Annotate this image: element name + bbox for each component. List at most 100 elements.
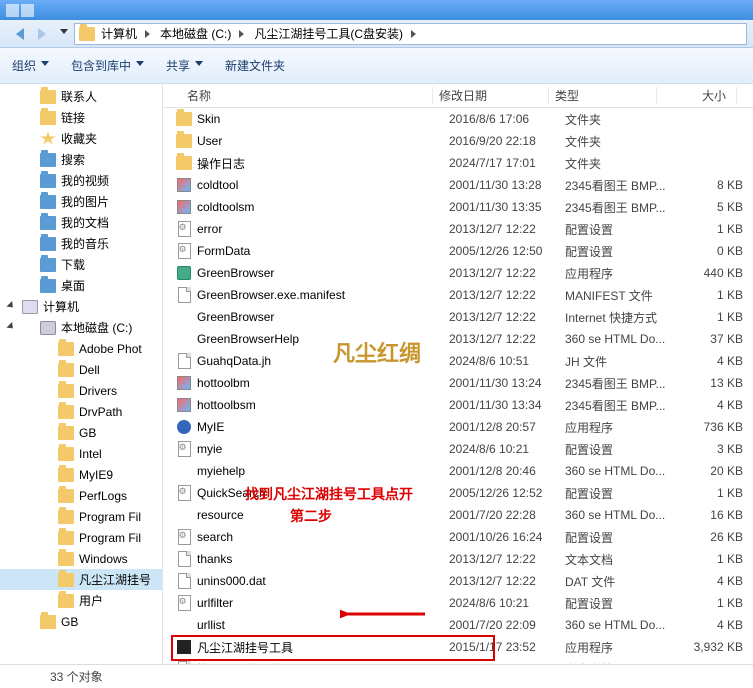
tree-twisty-icon[interactable] <box>6 300 18 312</box>
sidebar-item-label: Windows <box>79 552 128 566</box>
sidebar-item-label: MyIE9 <box>79 468 113 482</box>
file-row[interactable]: unins000.dat2013/12/7 12:22DAT 文件4 KB <box>163 570 753 592</box>
folder-icon <box>40 90 56 104</box>
share-menu[interactable]: 共享 <box>166 57 203 74</box>
navigation-tree[interactable]: 联系人链接收藏夹搜索我的视频我的图片我的文档我的音乐下载桌面计算机本地磁盘 (C… <box>0 84 163 664</box>
sidebar-item[interactable]: 桌面 <box>0 275 162 296</box>
sidebar-item[interactable]: Adobe Phot <box>0 338 162 359</box>
sidebar-item[interactable]: 我的文档 <box>0 212 162 233</box>
breadcrumb-item[interactable]: 凡尘江湖挂号工具(C盘安装) <box>252 25 405 42</box>
column-headers[interactable]: 名称 修改日期 类型 大小 <box>163 84 753 108</box>
breadcrumb-item[interactable]: 本地磁盘 (C:) <box>158 25 233 42</box>
toolbar: 组织 包含到库中 共享 新建文件夹 <box>0 48 753 84</box>
file-row[interactable]: myiehelp2001/12/8 20:46360 se HTML Do...… <box>163 460 753 482</box>
sidebar-item[interactable]: 下载 <box>0 254 162 275</box>
file-row[interactable]: MyIE2001/12/8 20:57应用程序736 KB <box>163 416 753 438</box>
file-row[interactable]: thanks2013/12/7 12:22文本文档1 KB <box>163 548 753 570</box>
file-row[interactable]: QuickSearch2005/12/26 12:52配置设置1 KB <box>163 482 753 504</box>
column-header-type[interactable]: 类型 <box>549 87 657 104</box>
sidebar-item[interactable]: DrvPath <box>0 401 162 422</box>
file-row[interactable]: coldtool2001/11/30 13:282345看图王 BMP...8 … <box>163 174 753 196</box>
file-row[interactable]: User2016/9/20 22:18文件夹 <box>163 130 753 152</box>
sidebar-item[interactable]: Dell <box>0 359 162 380</box>
sidebar-item[interactable]: GB <box>0 611 162 632</box>
nav-history-dropdown[interactable] <box>58 23 70 45</box>
file-type: Internet 快捷方式 <box>565 309 673 326</box>
tree-twisty-icon[interactable] <box>6 321 18 333</box>
sidebar-item[interactable]: Windows <box>0 548 162 569</box>
file-date: 2024/8/6 10:22 <box>449 662 565 664</box>
breadcrumb-item[interactable]: 计算机 <box>99 25 139 42</box>
file-date: 2001/11/30 13:24 <box>449 376 565 390</box>
file-row[interactable]: search2001/10/26 16:24配置设置26 KB <box>163 526 753 548</box>
file-row[interactable]: GreenBrowser2013/12/7 12:22应用程序440 KB <box>163 262 753 284</box>
file-row[interactable]: hottoolbm2001/11/30 13:242345看图王 BMP...1… <box>163 372 753 394</box>
file-type-icon <box>175 485 193 501</box>
column-header-date[interactable]: 修改日期 <box>433 87 549 104</box>
sidebar-item[interactable]: 我的图片 <box>0 191 162 212</box>
column-header-size[interactable]: 大小 <box>657 87 737 104</box>
sidebar-item[interactable]: 链接 <box>0 107 162 128</box>
sidebar-item[interactable]: 用户 <box>0 590 162 611</box>
sidebar-item[interactable]: Program Fil <box>0 527 162 548</box>
sidebar-item-label: DrvPath <box>79 405 122 419</box>
chevron-right-icon[interactable] <box>411 30 420 38</box>
file-row[interactable]: Skin2016/8/6 17:06文件夹 <box>163 108 753 130</box>
file-row[interactable]: urlfilter2024/8/6 10:21配置设置1 KB <box>163 592 753 614</box>
sidebar-item[interactable]: 收藏夹 <box>0 128 162 149</box>
sidebar-item-label: 我的视频 <box>61 172 109 189</box>
sidebar-item[interactable]: 凡尘江湖挂号 <box>0 569 162 590</box>
file-row[interactable]: coldtoolsm2001/11/30 13:352345看图王 BMP...… <box>163 196 753 218</box>
sidebar-item[interactable]: 我的音乐 <box>0 233 162 254</box>
sidebar-item[interactable]: PerfLogs <box>0 485 162 506</box>
file-size: 1 KB <box>673 288 753 302</box>
sidebar-item[interactable]: Intel <box>0 443 162 464</box>
file-row[interactable]: urllist2001/7/20 22:09360 se HTML Do...4… <box>163 614 753 636</box>
file-row[interactable]: myie2024/8/6 10:21配置设置3 KB <box>163 438 753 460</box>
file-type-icon <box>175 265 193 281</box>
file-row[interactable]: GreenBrowserHelp2013/12/7 12:22360 se HT… <box>163 328 753 350</box>
sidebar-item[interactable]: 联系人 <box>0 86 162 107</box>
file-row[interactable]: 凡尘江湖挂号工具2015/1/17 23:52应用程序3,932 KB <box>163 636 753 658</box>
file-date: 2013/12/7 12:22 <box>449 332 565 346</box>
sidebar-item[interactable]: Drivers <box>0 380 162 401</box>
sidebar-item[interactable]: 本地磁盘 (C:) <box>0 317 162 338</box>
file-row[interactable]: FormData2005/12/26 12:50配置设置0 KB <box>163 240 753 262</box>
nav-back-button[interactable] <box>6 23 32 45</box>
folder-icon <box>58 594 74 608</box>
file-name: hottoolbsm <box>197 398 449 412</box>
organize-menu[interactable]: 组织 <box>12 57 49 74</box>
file-size: 4 KB <box>673 354 753 368</box>
file-row[interactable]: error2013/12/7 12:22配置设置1 KB <box>163 218 753 240</box>
sidebar-item-label: 搜索 <box>61 151 85 168</box>
file-row[interactable]: 操作日志2024/7/17 17:01文件夹 <box>163 152 753 174</box>
sidebar-item[interactable]: 搜索 <box>0 149 162 170</box>
file-row[interactable]: resource2001/7/20 22:28360 se HTML Do...… <box>163 504 753 526</box>
column-header-name[interactable]: 名称 <box>181 87 433 104</box>
file-row[interactable]: 挂号工具使用说明2024/8/6 10:22文本文档1 KB <box>163 658 753 664</box>
chevron-right-icon[interactable] <box>145 30 154 38</box>
sidebar-item[interactable]: 计算机 <box>0 296 162 317</box>
nav-forward-button[interactable] <box>32 23 58 45</box>
file-row[interactable]: hottoolbsm2001/11/30 13:342345看图王 BMP...… <box>163 394 753 416</box>
chevron-right-icon[interactable] <box>239 30 248 38</box>
file-row[interactable]: GuahqData.jh2024/8/6 10:51JH 文件4 KB <box>163 350 753 372</box>
include-in-library-menu[interactable]: 包含到库中 <box>71 57 144 74</box>
file-size: 5 KB <box>673 200 753 214</box>
sidebar-item[interactable]: 我的视频 <box>0 170 162 191</box>
file-row[interactable]: GreenBrowser.exe.manifest2013/12/7 12:22… <box>163 284 753 306</box>
sidebar-item[interactable]: GB <box>0 422 162 443</box>
file-name: 操作日志 <box>197 155 449 172</box>
file-size: 4 KB <box>673 618 753 632</box>
address-bar[interactable]: 计算机 本地磁盘 (C:) 凡尘江湖挂号工具(C盘安装) <box>74 23 747 45</box>
sidebar-item[interactable]: MyIE9 <box>0 464 162 485</box>
file-row[interactable]: GreenBrowser2013/12/7 12:22Internet 快捷方式… <box>163 306 753 328</box>
sidebar-item[interactable]: Program Fil <box>0 506 162 527</box>
sidebar-item-label: 收藏夹 <box>61 130 97 147</box>
file-name: search <box>197 530 449 544</box>
file-name: urllist <box>197 618 449 632</box>
new-folder-button[interactable]: 新建文件夹 <box>225 57 285 74</box>
folder-icon <box>58 447 74 461</box>
file-name: FormData <box>197 244 449 258</box>
file-size: 1 KB <box>673 222 753 236</box>
